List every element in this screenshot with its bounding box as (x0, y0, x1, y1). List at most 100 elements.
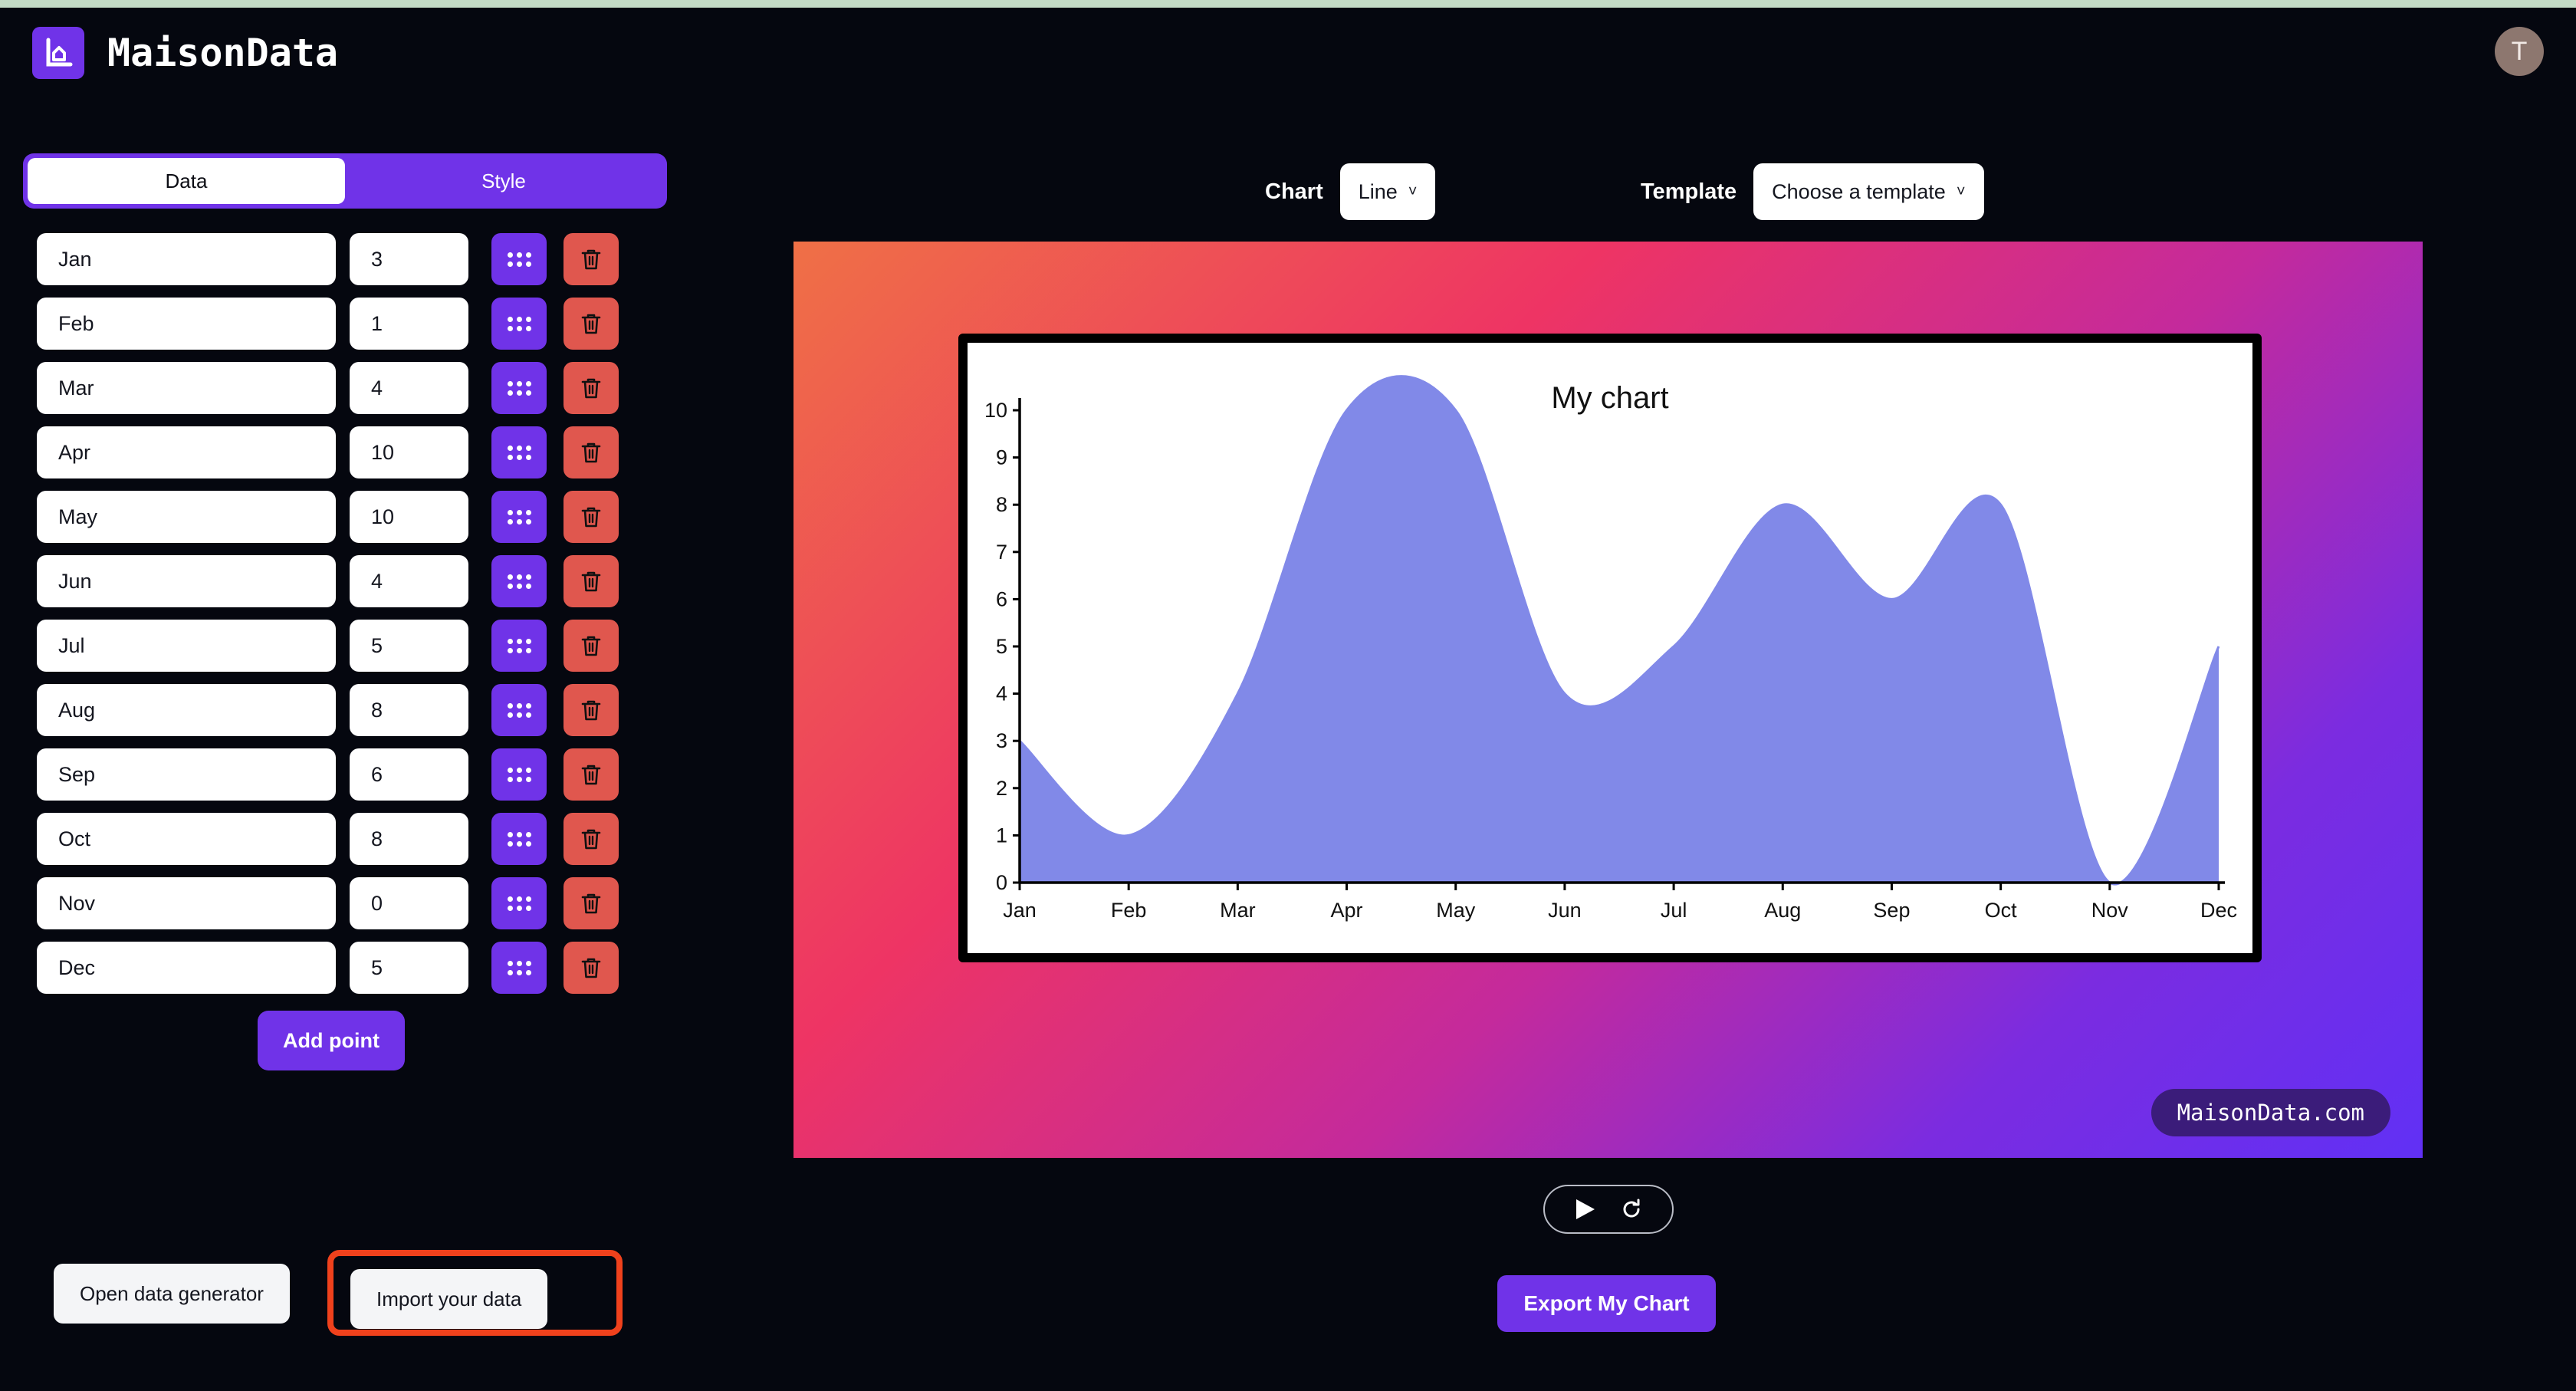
chevron-down-icon: ˅ (1956, 183, 1966, 200)
data-row: Apr 10 (37, 426, 690, 478)
delete-row-button[interactable] (564, 426, 619, 478)
row-label-input[interactable]: Jun (37, 555, 336, 607)
panel-tabs: Data Style (23, 153, 667, 209)
y-tick-label: 7 (996, 541, 1007, 564)
drag-handle-icon[interactable] (491, 426, 547, 478)
row-value-input[interactable]: 5 (350, 942, 468, 994)
data-row: Jun 4 (37, 555, 690, 607)
delete-row-button[interactable] (564, 362, 619, 414)
y-tick-label: 4 (996, 682, 1007, 705)
row-value-input[interactable]: 5 (350, 620, 468, 672)
drag-handle-icon[interactable] (491, 813, 547, 865)
row-label-input[interactable]: Aug (37, 684, 336, 736)
play-icon[interactable] (1573, 1197, 1596, 1222)
drag-handle-icon[interactable] (491, 620, 547, 672)
data-row-list: Jan 3 Feb 1 Mar 4 Apr 10 May 10 Jun 4 Jul 5 Aug 8 Sep 6 Oc… (0, 233, 690, 994)
x-tick-label: Apr (1331, 899, 1363, 922)
y-tick-label: 8 (996, 493, 1007, 516)
x-tick-label: Jul (1661, 899, 1687, 922)
y-tick-label: 0 (996, 871, 1007, 894)
delete-row-button[interactable] (564, 942, 619, 994)
row-value-input[interactable]: 6 (350, 748, 468, 801)
row-value-input[interactable]: 0 (350, 877, 468, 929)
x-tick-label: Oct (1985, 899, 2018, 922)
x-tick-label: Aug (1764, 899, 1801, 922)
row-label-input[interactable]: May (37, 491, 336, 543)
row-value-input[interactable]: 3 (350, 233, 468, 285)
data-row: Nov 0 (37, 877, 690, 929)
data-row: Jan 3 (37, 233, 690, 285)
delete-row-button[interactable] (564, 491, 619, 543)
data-row: Oct 8 (37, 813, 690, 865)
drag-handle-icon[interactable] (491, 491, 547, 543)
add-point-button[interactable]: Add point (258, 1011, 405, 1070)
drag-handle-icon[interactable] (491, 942, 547, 994)
drag-handle-icon[interactable] (491, 748, 547, 801)
data-row: Aug 8 (37, 684, 690, 736)
drag-handle-icon[interactable] (491, 233, 547, 285)
watermark-badge: MaisonData.com (2150, 1089, 2390, 1136)
row-label-input[interactable]: Jan (37, 233, 336, 285)
drag-handle-icon[interactable] (491, 684, 547, 736)
row-label-input[interactable]: Nov (37, 877, 336, 929)
tab-data[interactable]: Data (28, 158, 345, 204)
x-tick-label: Mar (1220, 899, 1256, 922)
refresh-icon[interactable] (1619, 1197, 1644, 1222)
open-data-generator-button[interactable]: Open data generator (54, 1264, 290, 1324)
x-tick-label: Sep (1873, 899, 1910, 922)
row-value-input[interactable]: 4 (350, 362, 468, 414)
y-tick-label: 5 (996, 635, 1007, 658)
row-label-input[interactable]: Dec (37, 942, 336, 994)
playback-controls[interactable] (1543, 1185, 1674, 1234)
x-tick-label: Feb (1111, 899, 1147, 922)
data-row: Sep 6 (37, 748, 690, 801)
x-tick-label: May (1436, 899, 1476, 922)
import-data-highlight-ring: Import your data (327, 1250, 623, 1336)
chart-title: My chart (1551, 381, 1669, 415)
top-accent-strip (0, 0, 2576, 8)
template-group: Template Choose a template ˅ (1641, 163, 1984, 220)
chart-canvas: My chart 0 1 2 3 4 5 6 7 8 9 10 Jan Feb Mar Apr May Jun J… (958, 334, 2262, 962)
chart-logo-icon (32, 27, 84, 79)
drag-handle-icon[interactable] (491, 877, 547, 929)
y-tick-label: 9 (996, 446, 1007, 469)
chart-type-group: Chart Line ˅ (1265, 163, 1436, 220)
delete-row-button[interactable] (564, 748, 619, 801)
row-label-input[interactable]: Apr (37, 426, 336, 478)
row-value-input[interactable]: 1 (350, 298, 468, 350)
drag-handle-icon[interactable] (491, 555, 547, 607)
chart-preview: My chart 0 1 2 3 4 5 6 7 8 9 10 Jan Feb Mar Apr May Jun J… (794, 242, 2423, 1158)
drag-handle-icon[interactable] (491, 362, 547, 414)
import-your-data-button[interactable]: Import your data (350, 1269, 548, 1329)
delete-row-button[interactable] (564, 813, 619, 865)
row-value-input[interactable]: 10 (350, 491, 468, 543)
delete-row-button[interactable] (564, 233, 619, 285)
export-chart-button[interactable]: Export My Chart (1497, 1275, 1716, 1332)
data-row: Feb 1 (37, 298, 690, 350)
row-label-input[interactable]: Jul (37, 620, 336, 672)
data-row: Jul 5 (37, 620, 690, 672)
tab-style[interactable]: Style (345, 158, 662, 204)
row-value-input[interactable]: 8 (350, 684, 468, 736)
delete-row-button[interactable] (564, 620, 619, 672)
row-value-input[interactable]: 4 (350, 555, 468, 607)
chart-type-select[interactable]: Line ˅ (1339, 163, 1436, 220)
row-value-input[interactable]: 8 (350, 813, 468, 865)
row-label-input[interactable]: Feb (37, 298, 336, 350)
y-tick-label: 6 (996, 587, 1007, 610)
delete-row-button[interactable] (564, 555, 619, 607)
template-value: Choose a template (1772, 179, 1946, 203)
delete-row-button[interactable] (564, 298, 619, 350)
row-label-input[interactable]: Mar (37, 362, 336, 414)
data-row: May 10 (37, 491, 690, 543)
drag-handle-icon[interactable] (491, 298, 547, 350)
template-select[interactable]: Choose a template ˅ (1753, 163, 1984, 220)
row-value-input[interactable]: 10 (350, 426, 468, 478)
avatar[interactable]: T (2495, 27, 2544, 76)
panel-footer-actions: Open data generator Import your data (0, 1244, 690, 1343)
row-label-input[interactable]: Sep (37, 748, 336, 801)
delete-row-button[interactable] (564, 684, 619, 736)
delete-row-button[interactable] (564, 877, 619, 929)
app-header: MaisonData T (0, 8, 2576, 100)
row-label-input[interactable]: Oct (37, 813, 336, 865)
